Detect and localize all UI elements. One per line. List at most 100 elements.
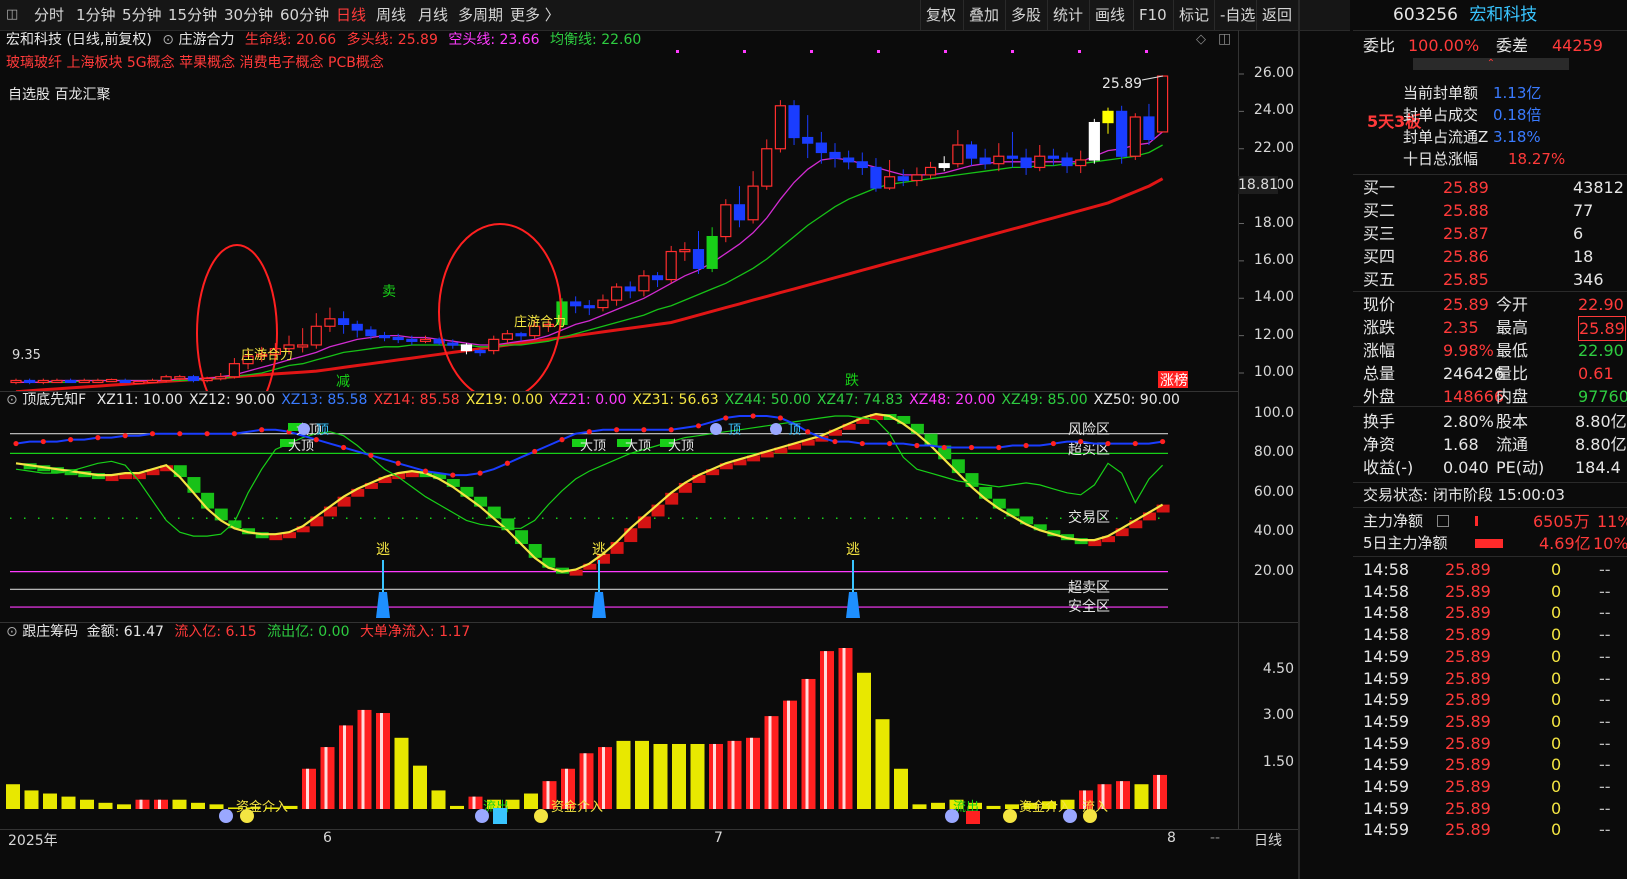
candle — [64, 378, 77, 384]
toolbar-button-0[interactable]: 复权 — [920, 0, 961, 30]
period-tab-9[interactable]: 多周期 — [458, 0, 503, 30]
escape-signal-2: 逃 — [846, 542, 860, 558]
candle — [1075, 150, 1087, 174]
bid-row[interactable]: 买四 25.86 18 — [1353, 245, 1627, 268]
period-label[interactable]: 日线 — [1254, 830, 1282, 850]
candle — [583, 300, 595, 316]
candle — [651, 272, 664, 288]
capital-bar — [154, 799, 168, 809]
period-tab-4[interactable]: 30分钟 — [224, 0, 273, 30]
quote-row: 外盘 148666 内盘 97760 — [1353, 385, 1627, 408]
fund-v2: 184.4 — [1575, 458, 1621, 477]
candle — [774, 100, 787, 153]
osc-block — [187, 477, 201, 493]
top-signal-1: 大顶 — [580, 439, 606, 454]
bid-v: 77 — [1573, 201, 1594, 220]
toolbar-button-2[interactable]: 多股 — [1005, 0, 1046, 30]
toolbar-button-3[interactable]: 统计 — [1047, 0, 1088, 30]
fund-v2: 8.80亿 — [1575, 435, 1627, 454]
seal-label: 封单占成交 — [1403, 106, 1479, 124]
period-tab-3[interactable]: 15分钟 — [168, 0, 217, 30]
toolbar-button-1[interactable]: 叠加 — [963, 0, 1004, 30]
period-tab-0[interactable]: 分时 — [34, 0, 64, 30]
bid-row[interactable]: 买一 25.89 43812 — [1353, 176, 1627, 199]
tick-p: 25.89 — [1445, 690, 1491, 710]
period-tab-2[interactable]: 5分钟 — [122, 0, 162, 30]
tick-d: -- — [1599, 603, 1611, 623]
bid-row[interactable]: 买五 25.85 346 — [1353, 268, 1627, 291]
osc-block — [910, 423, 924, 434]
quote-v1: 246426 — [1443, 364, 1505, 383]
zone-label-safe: 安全区 — [1068, 598, 1110, 615]
quote-k1: 现价 — [1363, 295, 1396, 314]
toolbar-button-4[interactable]: 画线 — [1089, 0, 1130, 30]
period-tab-6[interactable]: 日线 — [336, 0, 366, 30]
toolbar-button-8[interactable]: 返回 — [1256, 0, 1297, 30]
tick-v: 0 — [1551, 668, 1562, 688]
period-tab-5[interactable]: 60分钟 — [280, 0, 329, 30]
panel-line-5 — [1353, 482, 1627, 483]
period-tab-1[interactable]: 1分钟 — [76, 0, 116, 30]
price-tick-8: 10.00 — [1253, 364, 1294, 380]
capital-bar — [209, 804, 224, 809]
sidebar-toggle-icon[interactable]: ◫ — [6, 0, 18, 30]
face-icon — [945, 809, 959, 823]
capital-bar — [986, 805, 1001, 809]
force-signal-a: 庄游合力 — [241, 347, 293, 363]
candle — [924, 161, 937, 179]
bid-row[interactable]: 买三 25.87 6 — [1353, 222, 1627, 245]
candle — [501, 330, 513, 344]
period-tab-7[interactable]: 周线 — [376, 0, 406, 30]
toolbar-button-7[interactable]: -自选 — [1214, 0, 1260, 30]
bid-row[interactable]: 买二 25.88 77 — [1353, 199, 1627, 222]
candle — [488, 335, 500, 355]
quote-k1: 涨幅 — [1363, 341, 1396, 360]
tick-t: 14:58 — [1363, 625, 1410, 645]
osc-block — [542, 557, 556, 568]
toolbar-button-5[interactable]: F10 — [1133, 0, 1172, 30]
info-box-icon[interactable] — [1437, 515, 1449, 527]
toolbar-button-6[interactable]: 标记 — [1173, 0, 1214, 30]
capital-bar-chart: 资金介入 流出 资金介入 流出 资金介入 流入 — [6, 648, 1167, 824]
candle — [338, 311, 350, 334]
wc-value: 44259 — [1552, 36, 1603, 55]
bid-k: 买二 — [1363, 201, 1396, 220]
capital-bar — [43, 793, 57, 809]
capital-bar — [117, 804, 131, 809]
osc-block — [924, 433, 938, 446]
capital-bar — [709, 743, 723, 809]
capital-bar — [912, 804, 927, 809]
candle — [979, 148, 991, 170]
candle — [297, 328, 309, 353]
period-tab-10[interactable]: 更多 〉 — [510, 0, 560, 30]
tick-v: 0 — [1551, 690, 1562, 710]
seal-label: 十日总涨幅 — [1403, 150, 1479, 168]
fund-k2: 股本 — [1496, 412, 1529, 431]
panel-line-3 — [1353, 291, 1627, 292]
candle — [460, 343, 473, 355]
osc-block — [624, 528, 638, 543]
main-net5-pct: 10% — [1593, 534, 1627, 553]
osc-tick-3: 40.00 — [1253, 523, 1294, 540]
osc-tick-4: 20.00 — [1253, 562, 1294, 579]
candle — [37, 378, 49, 385]
tick-p: 25.89 — [1445, 625, 1491, 645]
period-tab-8[interactable]: 月线 — [418, 0, 448, 30]
candle — [597, 294, 609, 312]
trade-status: 交易状态: 闭市阶段 15:00:03 — [1363, 486, 1565, 504]
escape-spike — [592, 592, 606, 618]
capital-bar — [61, 796, 76, 809]
tick-v: 0 — [1551, 820, 1562, 840]
highlight-circle — [438, 223, 562, 392]
tick-row: 14:59 25.89 0 -- — [1353, 753, 1627, 776]
wb-value: 100.00% — [1408, 36, 1480, 55]
quote-v1: 148666 — [1443, 387, 1505, 406]
tick-d: -- — [1599, 777, 1611, 796]
panel-line-4 — [1353, 406, 1627, 407]
stock-code: 603256 — [1393, 5, 1458, 25]
main-net5-label: 5日主力净额 — [1363, 534, 1448, 552]
osc-block — [951, 459, 965, 474]
capital-bar — [450, 805, 464, 809]
expand-chevron-icon[interactable]: ⌃ — [1413, 58, 1569, 70]
tick-d: -- — [1599, 690, 1611, 710]
